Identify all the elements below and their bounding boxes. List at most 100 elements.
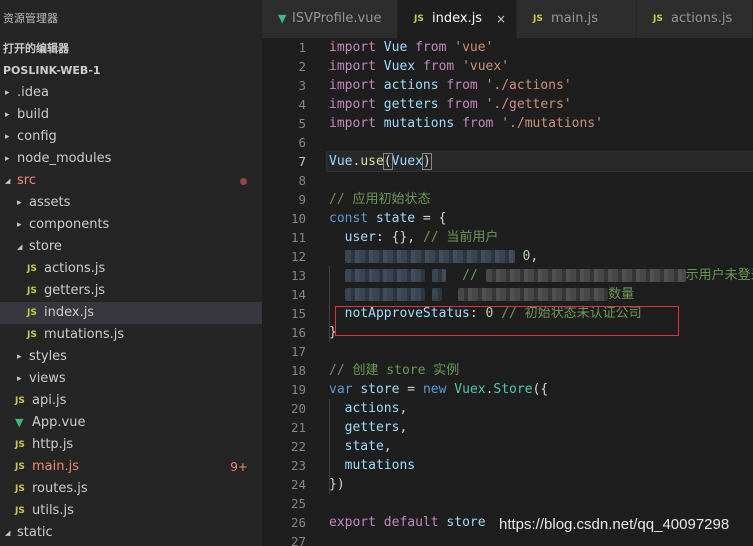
tree-file[interactable]: JS utils.js — [0, 500, 262, 522]
chevron-right-icon[interactable]: ▸ — [17, 346, 27, 368]
project-folder-header[interactable]: POSLINK-WEB-1 — [0, 60, 262, 82]
tree-folder[interactable]: ◢ src — [0, 170, 262, 192]
tree-file[interactable]: JS api.js — [0, 390, 262, 412]
code-token: = — [399, 382, 423, 397]
chevron-right-icon[interactable]: ▸ — [17, 192, 27, 214]
chevron-right-icon[interactable]: ▸ — [17, 368, 27, 390]
tree-item-label: getters.js — [44, 283, 106, 298]
chevron-right-icon[interactable]: ▸ — [5, 126, 15, 148]
line-number: 3 — [298, 78, 306, 93]
explorer-sidebar: 资源管理器 打开的编辑器 POSLINK-WEB-1 ▸ .idea ▸ build ▸… — [0, 0, 262, 546]
code-token: './actions' — [485, 78, 572, 93]
tree-file[interactable]: JS main.js 9+ — [0, 456, 262, 478]
chevron-down-icon[interactable]: ◢ — [17, 236, 27, 258]
code-line[interactable]: Vue.use(Vuex) — [326, 151, 753, 172]
tree-file[interactable]: JS actions.js — [0, 258, 262, 280]
tab-label: ISVProfile.vue — [292, 11, 382, 26]
tab-index-js[interactable]: JS index.js × — [398, 0, 517, 38]
code-line[interactable]: // 示用户未登录 — [329, 266, 753, 285]
chevron-down-icon[interactable]: ◢ — [5, 170, 15, 192]
tree-item-label: main.js — [32, 459, 79, 474]
close-icon[interactable]: × — [496, 0, 506, 38]
tree-item-label: assets — [29, 195, 71, 210]
tab-isvprofile-vue[interactable]: ▼ ISVProfile.vue — [262, 0, 398, 38]
tree-item-label: build — [17, 107, 49, 122]
tree-file[interactable]: JS http.js — [0, 434, 262, 456]
chevron-down-icon[interactable]: ◢ — [5, 522, 15, 544]
tree-folder[interactable]: ◢ static — [0, 522, 262, 544]
tree-folder[interactable]: ▸ build — [0, 104, 262, 126]
code-token: const — [329, 211, 369, 226]
tree-item-label: App.vue — [32, 415, 86, 430]
code-line[interactable]: import Vue from 'vue' — [329, 38, 753, 57]
code-line[interactable]: state, — [329, 437, 753, 456]
code-line[interactable]: 0, — [329, 247, 753, 266]
code-token: 数量 — [608, 287, 635, 302]
code-line[interactable]: user: {}, // 当前用户 — [329, 228, 753, 247]
code-line[interactable]: var store = new Vuex.Store({ — [329, 380, 753, 399]
code-line[interactable]: import getters from './getters' — [329, 95, 753, 114]
code-token: './getters' — [485, 97, 572, 112]
line-number: 18 — [290, 363, 306, 378]
tree-folder[interactable]: ▸ .idea — [0, 82, 262, 104]
line-number: 19 — [290, 382, 306, 397]
tree-file[interactable]: ▼ App.vue — [0, 412, 262, 434]
code-token: mutations — [383, 116, 455, 131]
line-number: 4 — [298, 97, 306, 112]
js-file-icon: JS — [15, 462, 25, 472]
vue-file-icon: ▼ — [15, 416, 24, 429]
code-token: new — [422, 382, 447, 397]
code-line[interactable]: mutations — [329, 456, 753, 475]
tree-file[interactable]: JS routes.js — [0, 478, 262, 500]
tree-folder[interactable]: ◢ store — [0, 236, 262, 258]
line-number: 17 — [290, 344, 306, 359]
chevron-right-icon[interactable]: ▸ — [17, 214, 27, 236]
chevron-right-icon[interactable]: ▸ — [5, 82, 15, 104]
tree-folder[interactable]: ▸ assets — [0, 192, 262, 214]
line-number: 15 — [290, 306, 306, 321]
tree-file[interactable]: JS getters.js — [0, 280, 262, 302]
code-line[interactable] — [329, 532, 753, 546]
tree-file[interactable]: JS index.js — [0, 302, 262, 324]
js-file-icon: JS — [533, 14, 543, 24]
redacted-text — [432, 288, 443, 301]
code-editor[interactable]: 1 2 3 4 5 6 7 8 9 10 11 12 13 14 15 16 17 18 19 20 21 22 23 24 2… — [262, 38, 753, 546]
code-line[interactable]: // 应用初始状态 — [329, 190, 753, 209]
tree-folder[interactable]: ▸ node_modules — [0, 148, 262, 170]
code-token: 示用户未登录 — [685, 268, 753, 283]
code-token: export — [329, 515, 376, 530]
code-line[interactable]: getters, — [329, 418, 753, 437]
tree-folder[interactable]: ▸ components — [0, 214, 262, 236]
code-content[interactable]: import Vue from 'vue' import Vuex from 'v… — [326, 38, 753, 546]
code-line[interactable] — [329, 342, 753, 361]
code-line[interactable]: import actions from './actions' — [329, 76, 753, 95]
code-line[interactable]: import Vuex from 'vuex' — [329, 57, 753, 76]
tab-main-js[interactable]: JS main.js — [517, 0, 637, 38]
tree-file[interactable]: JS mutations.js — [0, 324, 262, 346]
tree-folder[interactable]: ▸ styles — [0, 346, 262, 368]
chevron-right-icon[interactable]: ▸ — [5, 148, 15, 170]
code-line[interactable]: import mutations from './mutations' — [329, 114, 753, 133]
code-line[interactable]: const state = { — [329, 209, 753, 228]
code-token: import — [329, 97, 376, 112]
tree-item-label: .idea — [17, 85, 49, 100]
open-editors-section[interactable]: 打开的编辑器 — [0, 38, 262, 60]
tree-folder[interactable]: ▸ views — [0, 368, 262, 390]
line-number: 14 — [290, 287, 306, 302]
code-line[interactable] — [329, 171, 753, 190]
tree-item-label: static — [17, 525, 53, 540]
tree-folder[interactable]: ▸ config — [0, 126, 262, 148]
code-line[interactable] — [329, 133, 753, 152]
code-line[interactable]: 数量 — [329, 285, 753, 304]
code-line[interactable] — [329, 494, 753, 513]
js-file-icon: JS — [15, 440, 25, 450]
chevron-right-icon[interactable]: ▸ — [5, 104, 15, 126]
code-line[interactable]: actions, — [329, 399, 753, 418]
code-line[interactable]: // 创建 store 实例 — [329, 361, 753, 380]
code-line[interactable]: }) — [329, 475, 753, 494]
tree-item-label: routes.js — [32, 481, 88, 496]
tab-actions-js[interactable]: JS actions.js — [637, 0, 753, 38]
